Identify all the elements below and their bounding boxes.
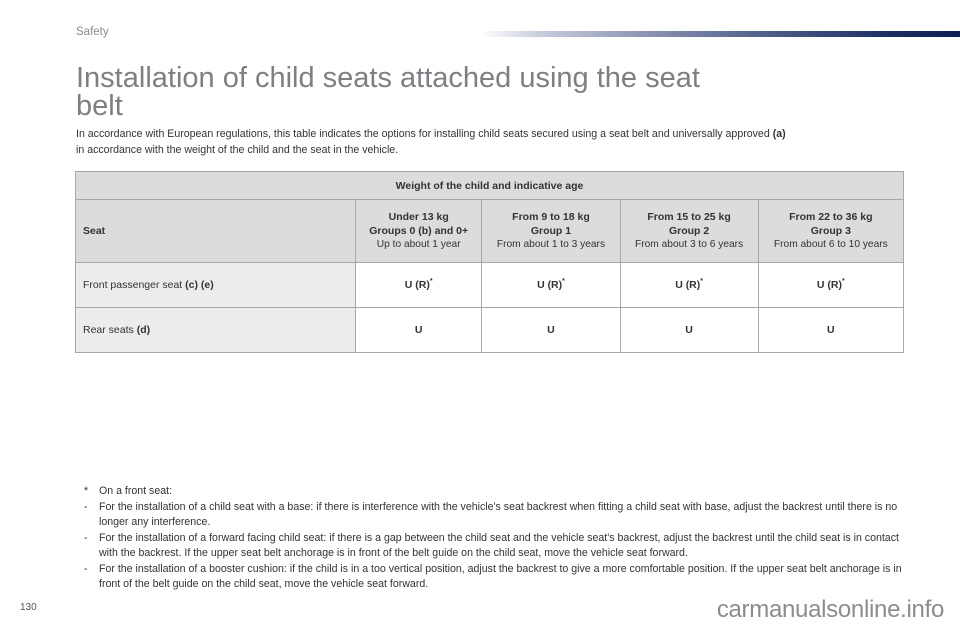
seat-name: Rear seats bbox=[83, 324, 134, 336]
footnote-mark: * bbox=[84, 485, 89, 497]
footnote-bullet: - bbox=[84, 531, 88, 544]
watermark: carmanualsonline.info bbox=[716, 596, 944, 623]
footnote-item: - For the installation of a child seat w… bbox=[84, 500, 904, 531]
column-header: From 22 to 36 kg Group 3 From about 6 to… bbox=[757, 199, 905, 263]
column-header: Under 13 kg Groups 0 (b) and 0+ Up to ab… bbox=[354, 199, 483, 263]
footnote-text: For the installation of a booster cushio… bbox=[99, 562, 902, 591]
table-cell: U (R)* bbox=[757, 262, 905, 308]
cell-value: U (R) bbox=[404, 279, 430, 291]
footnote-item: - For the installation of a booster cush… bbox=[84, 562, 904, 593]
group-header: Weight of the child and indicative age bbox=[75, 171, 904, 200]
cell-footnote-mark: * bbox=[429, 278, 433, 285]
column-header-row: Seat Under 13 kg Groups 0 (b) and 0+ Up … bbox=[75, 199, 905, 263]
seat-header: Seat bbox=[75, 199, 356, 263]
table-cell: U bbox=[619, 307, 759, 353]
child-seat-table: Weight of the child and indicative age S… bbox=[75, 171, 905, 353]
cell-value: U (R) bbox=[537, 279, 563, 291]
cell-footnote-mark: * bbox=[562, 278, 565, 285]
page-number: 130 bbox=[20, 602, 37, 613]
section-label: Safety bbox=[76, 26, 109, 38]
column-group: Group 3 bbox=[810, 225, 851, 237]
cell-footnote-mark: * bbox=[700, 278, 703, 285]
table-cell: U (R)* bbox=[354, 262, 483, 308]
column-header: From 15 to 25 kg Group 2 From about 3 to… bbox=[619, 199, 759, 263]
cell-value: U bbox=[685, 324, 693, 336]
table-row: Rear seats (d) U U U U bbox=[75, 307, 905, 353]
column-header: From 9 to 18 kg Group 1 From about 1 to … bbox=[481, 199, 621, 263]
column-age: From about 1 to 3 years bbox=[496, 239, 606, 250]
table-cell: U (R)* bbox=[619, 262, 759, 308]
column-group: Group 2 bbox=[668, 225, 710, 237]
footnote-text: On a front seat: bbox=[99, 485, 173, 497]
seat-name-cell: Front passenger seat (c) (e) bbox=[75, 262, 356, 308]
cell-value: U bbox=[414, 324, 423, 336]
column-group: Groups 0 (b) and 0+ bbox=[369, 225, 469, 237]
seat-notes: (d) bbox=[136, 324, 151, 336]
seat-name: Front passenger seat bbox=[83, 279, 183, 291]
header-accent-bar bbox=[480, 31, 960, 37]
footnote-bullet: - bbox=[84, 562, 88, 575]
intro-text-2: in accordance with the weight of the chi… bbox=[76, 144, 399, 156]
column-group: Group 1 bbox=[530, 225, 572, 237]
column-age: Up to about 1 year bbox=[376, 239, 461, 250]
footnote-star: * On a front seat: bbox=[84, 484, 904, 500]
seat-name-cell: Rear seats (d) bbox=[75, 307, 356, 353]
column-weight: Under 13 kg bbox=[388, 211, 449, 223]
column-age: From about 3 to 6 years bbox=[635, 239, 744, 250]
cell-value: U bbox=[547, 324, 555, 336]
cell-value: U (R) bbox=[816, 279, 842, 291]
footnote-item: - For the installation of a forward faci… bbox=[84, 531, 904, 562]
cell-footnote-mark: * bbox=[842, 278, 845, 285]
table-cell: U bbox=[757, 307, 905, 353]
footnote-text: For the installation of a forward facing… bbox=[99, 531, 899, 560]
footnotes: * On a front seat: - For the installatio… bbox=[84, 484, 904, 593]
cell-value: U bbox=[827, 324, 835, 336]
page-title: Installation of child seats attached usi… bbox=[76, 62, 700, 122]
cell-value: U (R) bbox=[675, 279, 701, 291]
intro-paragraph: In accordance with European regulations,… bbox=[76, 126, 906, 158]
column-weight: From 9 to 18 kg bbox=[512, 211, 590, 223]
column-age: From about 6 to 10 years bbox=[773, 239, 888, 250]
column-weight: From 22 to 36 kg bbox=[789, 211, 873, 223]
table-row: Front passenger seat (c) (e) U (R)* U (R… bbox=[75, 262, 905, 308]
intro-text: In accordance with European regulations,… bbox=[76, 128, 770, 140]
intro-note-ref: (a) bbox=[772, 128, 786, 140]
table-cell: U (R)* bbox=[481, 262, 621, 308]
column-weight: From 15 to 25 kg bbox=[647, 211, 731, 223]
table-cell: U bbox=[481, 307, 621, 353]
seat-notes: (c) (e) bbox=[185, 279, 214, 291]
footnote-bullet: - bbox=[84, 500, 88, 513]
footnote-text: For the installation of a child seat wit… bbox=[99, 500, 898, 529]
table-cell: U bbox=[354, 307, 483, 353]
